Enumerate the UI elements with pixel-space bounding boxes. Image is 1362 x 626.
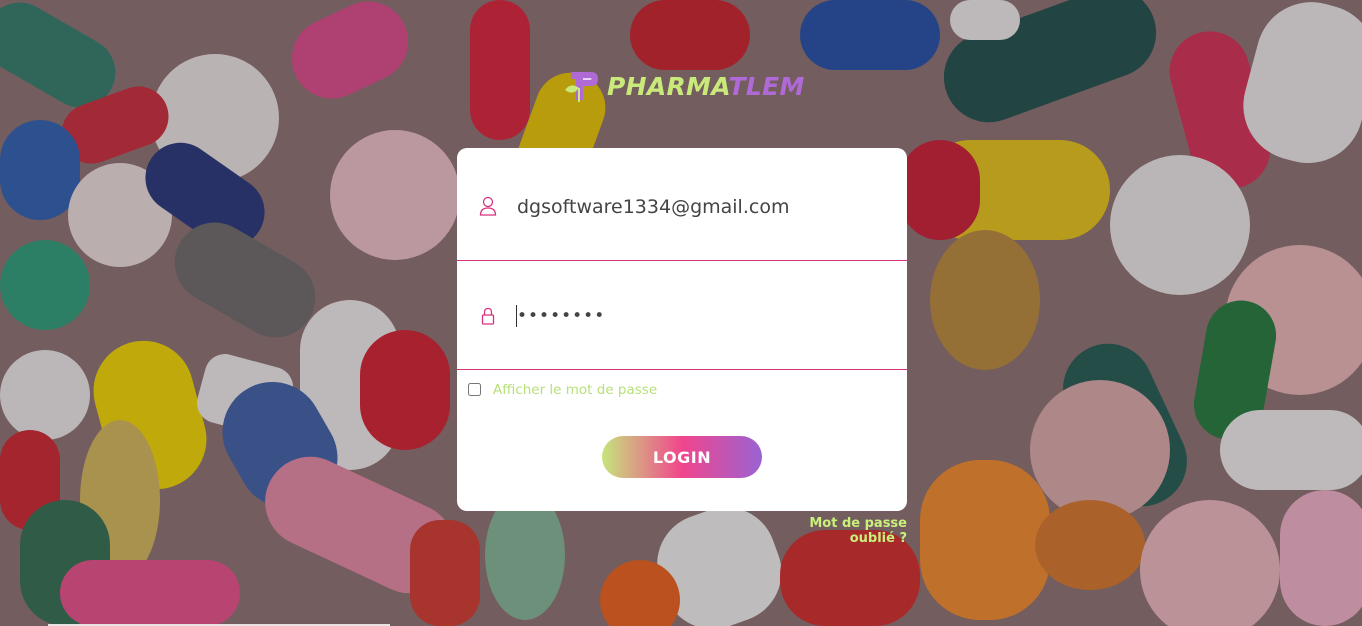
brand-name-part2: TLEM xyxy=(728,71,805,101)
lock-icon xyxy=(481,307,495,325)
username-field xyxy=(457,148,907,261)
brand-name: PHARMATLEM xyxy=(607,72,805,101)
text-caret xyxy=(516,305,517,327)
login-card: Afficher le mot de passe LOGIN xyxy=(457,148,907,511)
user-icon xyxy=(479,196,497,216)
password-input[interactable] xyxy=(517,301,877,331)
login-button[interactable]: LOGIN xyxy=(602,436,762,478)
show-password-checkbox[interactable] xyxy=(468,382,481,396)
brand-logo: PHARMATLEM xyxy=(561,66,805,106)
show-password-toggle[interactable]: Afficher le mot de passe xyxy=(468,381,657,398)
pharmacy-p-leaf-logo xyxy=(565,72,598,102)
email-input[interactable] xyxy=(517,192,877,222)
show-password-label[interactable]: Afficher le mot de passe xyxy=(493,382,657,398)
password-field xyxy=(457,260,907,370)
forgot-password-link[interactable]: Mot de passe oublié ? xyxy=(760,516,907,546)
brand-name-part1: PHARMA xyxy=(607,71,729,101)
